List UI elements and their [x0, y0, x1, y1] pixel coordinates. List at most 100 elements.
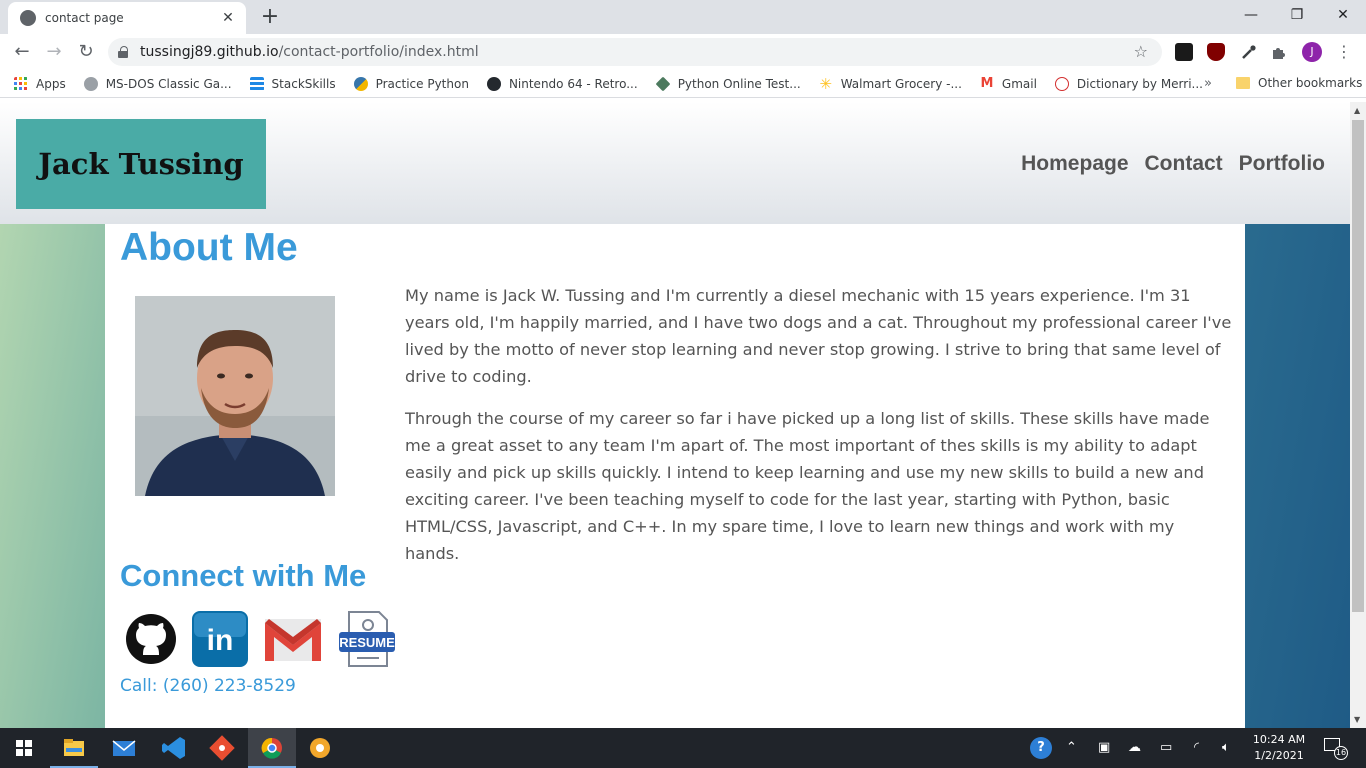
site-nav: Homepage Contact Portfolio: [1005, 152, 1325, 176]
menu-kebab-icon[interactable]: ⋮: [1336, 42, 1352, 62]
bookmark-practice-python[interactable]: Practice Python: [353, 76, 469, 91]
git-icon[interactable]: [198, 728, 246, 768]
clock-time: 10:24 AM: [1252, 733, 1306, 746]
site-logo[interactable]: Jack Tussing: [16, 119, 266, 209]
bookmark-label: Walmart Grocery -...: [840, 76, 962, 91]
start-icon[interactable]: [0, 728, 48, 768]
volume-icon[interactable]: 🔈︎: [1222, 740, 1230, 755]
connect-heading: Connect with Me: [120, 558, 367, 593]
nav-link-homepage[interactable]: Homepage: [1021, 152, 1128, 176]
camera-icon[interactable]: ▣: [1098, 740, 1110, 755]
browser-tab[interactable]: contact page ✕: [8, 2, 246, 34]
notification-count: 16: [1334, 746, 1348, 760]
ublock-shield-icon[interactable]: [1207, 43, 1225, 61]
nav-link-portfolio[interactable]: Portfolio: [1239, 152, 1325, 176]
minimize-button[interactable]: —: [1228, 0, 1274, 30]
vscode-icon[interactable]: [150, 728, 198, 768]
merriam-icon: [1054, 76, 1069, 91]
brand-name: Jack Tussing: [38, 147, 244, 181]
windows-taskbar: ? ⌃ ▣ ☁ ▭ ◜ 🔈︎ 10:24 AM 1/2/2021 16: [0, 728, 1366, 768]
bookmark-label: Apps: [36, 76, 66, 91]
tab-title: contact page: [45, 11, 124, 25]
bookmark-dictionary[interactable]: Dictionary by Merri...: [1054, 76, 1203, 91]
page-scrollbar[interactable]: ▲ ▼: [1350, 102, 1366, 728]
bookmark-gmail[interactable]: M Gmail: [980, 75, 1037, 91]
gmail-icon: M: [980, 75, 994, 91]
extension-h-icon[interactable]: [1175, 43, 1193, 61]
chevron-up-icon[interactable]: ⌃: [1066, 740, 1077, 755]
system-clock[interactable]: 10:24 AM 1/2/2021: [1250, 732, 1308, 764]
file-explorer-icon[interactable]: [50, 728, 98, 768]
bookmark-walmart[interactable]: ✳ Walmart Grocery -...: [819, 76, 962, 91]
about-heading: About Me: [120, 226, 298, 269]
notifications-icon[interactable]: 16: [1324, 738, 1348, 760]
back-arrow-icon[interactable]: ←: [10, 40, 34, 64]
address-bar[interactable]: tussingj89.github.io/contact-portfolio/i…: [108, 38, 1162, 66]
url-text: tussingj89.github.io/contact-portfolio/i…: [140, 44, 479, 60]
phone-link[interactable]: Call: (260) 223-8529: [120, 676, 296, 696]
diamond-icon: [655, 76, 671, 91]
bookmarks-overflow-button[interactable]: »: [1204, 76, 1212, 91]
resume-icon[interactable]: RESUME: [337, 610, 397, 671]
bio-paragraph-2: Through the course of my career so far i…: [405, 409, 1210, 563]
scroll-up-icon[interactable]: ▲: [1354, 106, 1362, 115]
browser-toolbar: ← → ↻ tussingj89.github.io/contact-portf…: [0, 34, 1366, 70]
stackskills-icon: [249, 76, 264, 91]
url-host: tussingj89.github.io: [140, 44, 279, 60]
help-icon[interactable]: ?: [1030, 737, 1052, 759]
lock-icon: [118, 46, 130, 58]
bookmark-label: StackSkills: [271, 76, 336, 91]
bookmark-label: Nintendo 64 - Retro...: [508, 76, 638, 91]
bookmarks-bar: Apps MS-DOS Classic Ga... StackSkills Pr…: [0, 70, 1366, 98]
new-tab-button[interactable]: +: [258, 6, 282, 30]
linkedin-label: in: [207, 624, 234, 657]
bookmark-star-icon[interactable]: ☆: [1134, 42, 1148, 61]
folder-icon: [1236, 77, 1250, 89]
contact-icons: in RESUME: [125, 610, 411, 671]
tab-close-icon[interactable]: ✕: [220, 10, 236, 26]
main-content: About Me My name is Jack W. Tussing and …: [105, 224, 1245, 728]
clock-date: 1/2/2021: [1254, 749, 1304, 762]
bookmark-python-test[interactable]: Python Online Test...: [655, 76, 801, 91]
chrome-icon[interactable]: [248, 728, 296, 768]
github-icon[interactable]: [125, 613, 177, 668]
bookmark-stackskills[interactable]: StackSkills: [249, 76, 336, 91]
globe-icon: [20, 10, 36, 26]
other-bookmarks-label: Other bookmarks: [1258, 76, 1363, 90]
restore-button[interactable]: ❐: [1274, 0, 1320, 30]
bookmark-nintendo[interactable]: Nintendo 64 - Retro...: [486, 76, 638, 91]
other-bookmarks-folder[interactable]: Other bookmarks: [1236, 76, 1362, 90]
scroll-down-icon[interactable]: ▼: [1354, 715, 1362, 724]
forward-arrow-icon[interactable]: →: [42, 40, 66, 64]
bookmark-apps[interactable]: Apps: [14, 76, 66, 91]
tab-strip: contact page ✕ + — ❐ ✕: [0, 0, 1366, 34]
bookmark-label: Gmail: [1001, 76, 1037, 91]
bookmark-label: Dictionary by Merri...: [1076, 76, 1203, 91]
profile-avatar[interactable]: J: [1302, 42, 1322, 62]
bookmark-label: Practice Python: [375, 76, 469, 91]
bookmark-label: Python Online Test...: [677, 76, 801, 91]
bookmark-msdos[interactable]: MS-DOS Classic Ga...: [83, 76, 232, 91]
close-window-button[interactable]: ✕: [1320, 0, 1366, 30]
wifi-icon[interactable]: ◜: [1194, 740, 1199, 755]
extensions-puzzle-icon[interactable]: [1270, 43, 1288, 61]
apps-grid-icon: [14, 76, 27, 90]
resume-label: RESUME: [339, 635, 395, 650]
page-viewport: Jack Tussing Homepage Contact Portfolio …: [0, 102, 1350, 728]
msdos-icon: [83, 76, 98, 91]
url-path: /contact-portfolio/index.html: [278, 44, 479, 60]
chrome-canary-icon[interactable]: [296, 728, 344, 768]
linkedin-icon[interactable]: in: [191, 610, 249, 671]
site-header: Jack Tussing Homepage Contact Portfolio: [0, 102, 1350, 224]
reload-icon[interactable]: ↻: [74, 40, 98, 64]
onedrive-icon[interactable]: ☁: [1128, 740, 1141, 755]
battery-icon[interactable]: ▭: [1160, 740, 1172, 755]
scrollbar-thumb[interactable]: [1352, 120, 1364, 612]
mail-icon[interactable]: [100, 728, 148, 768]
python-icon: [353, 76, 368, 91]
gmail-icon[interactable]: [263, 615, 323, 666]
eyedropper-icon[interactable]: [1240, 43, 1258, 61]
bio-text: My name is Jack W. Tussing and I'm curre…: [405, 282, 1233, 582]
github-icon: [486, 76, 501, 91]
nav-link-contact[interactable]: Contact: [1145, 152, 1223, 176]
